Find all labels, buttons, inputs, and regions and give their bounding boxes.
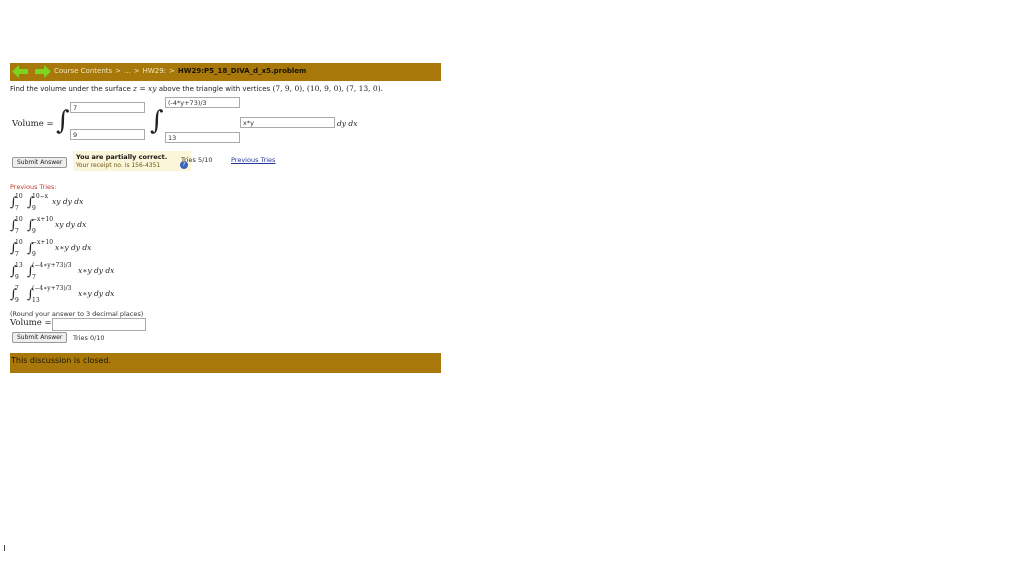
breadcrumb-current-problem: HW29:P5_18_DIVA_d_x5.problem	[177, 67, 307, 75]
breadcrumb: Course Contents >... > HW29: > HW29:P5_18_DIV…	[54, 67, 307, 75]
inner-lower: 7	[32, 274, 36, 281]
integrand-expression: x∗y dy dx	[55, 243, 92, 252]
integrand-expression: x∗y dy dx	[78, 266, 115, 275]
problem-statement: Find the volume under the surface z = xy…	[10, 84, 441, 93]
inner-lower: 9	[32, 205, 36, 212]
integrand-expression: xy dy dx	[52, 197, 84, 206]
outer-lower: 9	[15, 274, 19, 281]
discussion-closed-text: This discussion is closed.	[11, 356, 112, 365]
submit-answer-button[interactable]: Submit Answer	[12, 157, 68, 168]
inner-upper: (−4∗y+73)/3	[32, 262, 72, 269]
integrand-expression: xy dy dx	[55, 220, 87, 229]
previous-try-item: ∫ 13 9 ∫ (−4∗y+73)/3 7 x∗y dy dx	[10, 262, 441, 285]
outer-upper: 13	[15, 262, 23, 269]
outer-lower: 9	[15, 297, 19, 304]
question-vertices: (7, 9, 0), (10, 9, 0), (7, 13, 0).	[272, 84, 384, 93]
inner-upper: (−4∗y+73)/3	[32, 285, 72, 292]
submit-answer-button-2[interactable]: Submit Answer	[12, 332, 68, 343]
discussion-closed-bar: This discussion is closed.	[10, 353, 441, 373]
volume-answer-row: Volume =	[10, 318, 441, 331]
submit-row: Submit Answer You are partially correct.…	[10, 151, 441, 173]
inner-lower: 13	[32, 297, 40, 304]
previous-tries-link[interactable]: Previous Tries	[231, 156, 275, 164]
outer-lower: 7	[15, 251, 19, 258]
problem-container: Course Contents >... > HW29: > HW29:P5_18_DIV…	[10, 63, 441, 373]
previous-try-item: ∫ 10 7 ∫ 10−x 9 xy dy dx	[10, 193, 441, 216]
tries-count-2: Tries 0/10	[73, 334, 105, 342]
question-middle: above the triangle with vertices	[156, 85, 273, 93]
breadcrumb-course-contents[interactable]: Course Contents	[54, 67, 112, 75]
volume-label: Volume =	[12, 119, 54, 129]
inner-upper: −x+10	[32, 239, 54, 246]
integral-answer-form: Volume = ∫ ∫ dy dx	[10, 95, 441, 145]
volume-answer-input[interactable]	[52, 318, 146, 331]
question-prefix: Find the volume under the surface	[10, 85, 133, 93]
outer-upper: 10	[15, 193, 23, 200]
outer-upper: 10	[15, 216, 23, 223]
outer-upper: 7	[15, 285, 19, 292]
outer-lower-limit-input[interactable]	[70, 129, 145, 140]
outer-lower: 7	[15, 228, 19, 235]
tries-count: Tries 5/10	[181, 156, 213, 164]
feedback-title: You are partially correct.	[76, 153, 168, 161]
forward-arrow-icon[interactable]	[35, 65, 51, 78]
inner-lower-limit-input[interactable]	[165, 132, 240, 143]
inner-lower: 9	[32, 228, 36, 235]
integrand-input[interactable]	[240, 117, 335, 128]
integrand-expression: x∗y dy dx	[78, 289, 115, 298]
rounding-instruction: (Round your answer to 3 decimal places)	[10, 310, 144, 318]
previous-try-item: ∫ 7 9 ∫ (−4∗y+73)/3 13 x∗y dy dx	[10, 285, 441, 308]
breadcrumb-hw29[interactable]: HW29:	[143, 67, 166, 75]
outer-lower: 7	[15, 205, 19, 212]
differentials-label: dy dx	[337, 119, 358, 128]
navigation-bar: Course Contents >... > HW29: > HW29:P5_18_DIV…	[10, 63, 441, 81]
previous-try-item: ∫ 10 7 ∫ −x+10 9 x∗y dy dx	[10, 239, 441, 262]
previous-tries-title: Previous Tries:	[10, 183, 57, 191]
outer-upper-limit-input[interactable]	[70, 102, 145, 113]
inner-upper: 10−x	[32, 193, 49, 200]
inner-upper-limit-input[interactable]	[165, 97, 240, 108]
submit-row-2: Submit Answer Tries 0/10	[10, 332, 441, 346]
inner-lower: 9	[32, 251, 36, 258]
text-cursor	[4, 545, 5, 551]
volume-label-2: Volume =	[10, 318, 52, 328]
inner-integral-sign: ∫	[150, 106, 164, 136]
previous-try-item: ∫ 10 7 ∫ −x+10 9 xy dy dx	[10, 216, 441, 239]
receipt-number: Your receipt no. is 156-4351	[76, 162, 161, 169]
question-surface: z = xy	[132, 84, 157, 93]
back-arrow-icon[interactable]	[12, 65, 28, 78]
feedback-box: You are partially correct. Your receipt …	[73, 151, 191, 171]
previous-tries-list: ∫ 10 7 ∫ 10−x 9 xy dy dx ∫ 10 7 ∫ −x+10 …	[10, 193, 441, 308]
inner-upper: −x+10	[32, 216, 54, 223]
outer-upper: 10	[15, 239, 23, 246]
breadcrumb-ellipsis[interactable]: ...	[124, 67, 131, 75]
outer-integral-sign: ∫	[56, 106, 70, 136]
